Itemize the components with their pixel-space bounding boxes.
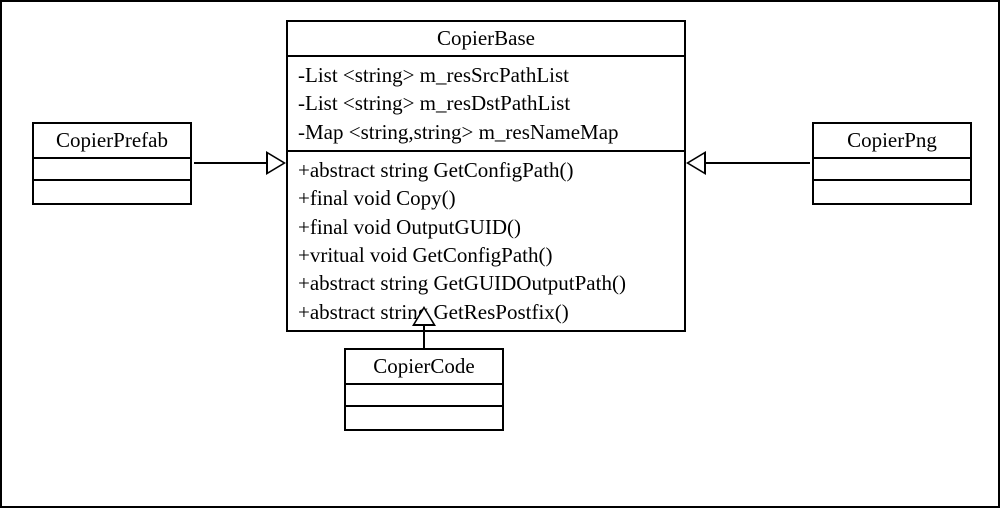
attr: -List <string> m_resDstPathList bbox=[298, 89, 674, 117]
class-operations bbox=[34, 181, 190, 203]
class-name: CopierBase bbox=[288, 22, 684, 57]
class-attributes: -List <string> m_resSrcPathList -List <s… bbox=[288, 57, 684, 152]
op: +final void OutputGUID() bbox=[298, 213, 674, 241]
class-attributes bbox=[34, 159, 190, 181]
class-name: CopierPrefab bbox=[34, 124, 190, 159]
generalization-line bbox=[194, 162, 268, 164]
class-operations bbox=[346, 407, 502, 429]
class-attributes bbox=[814, 159, 970, 181]
class-copierpng: CopierPng bbox=[812, 122, 972, 205]
op: +abstract string GetGUIDOutputPath() bbox=[298, 269, 674, 297]
generalization-line bbox=[706, 162, 810, 164]
op: +final void Copy() bbox=[298, 184, 674, 212]
class-copiercode: CopierCode bbox=[344, 348, 504, 431]
class-name: CopierCode bbox=[346, 350, 502, 385]
class-operations bbox=[814, 181, 970, 203]
generalization-arrow-icon bbox=[686, 151, 706, 175]
class-attributes bbox=[346, 385, 502, 407]
class-operations: +abstract string GetConfigPath() +final … bbox=[288, 152, 684, 330]
attr: -Map <string,string> m_resNameMap bbox=[298, 118, 674, 146]
class-copierbase: CopierBase -List <string> m_resSrcPathLi… bbox=[286, 20, 686, 332]
op: +abstract string GetResPostfix() bbox=[298, 298, 674, 326]
generalization-line bbox=[423, 324, 425, 348]
op: +vritual void GetConfigPath() bbox=[298, 241, 674, 269]
generalization-arrow-icon bbox=[412, 306, 436, 326]
class-copierprefab: CopierPrefab bbox=[32, 122, 192, 205]
attr: -List <string> m_resSrcPathList bbox=[298, 61, 674, 89]
op: +abstract string GetConfigPath() bbox=[298, 156, 674, 184]
class-name: CopierPng bbox=[814, 124, 970, 159]
generalization-arrow-icon bbox=[266, 151, 286, 175]
